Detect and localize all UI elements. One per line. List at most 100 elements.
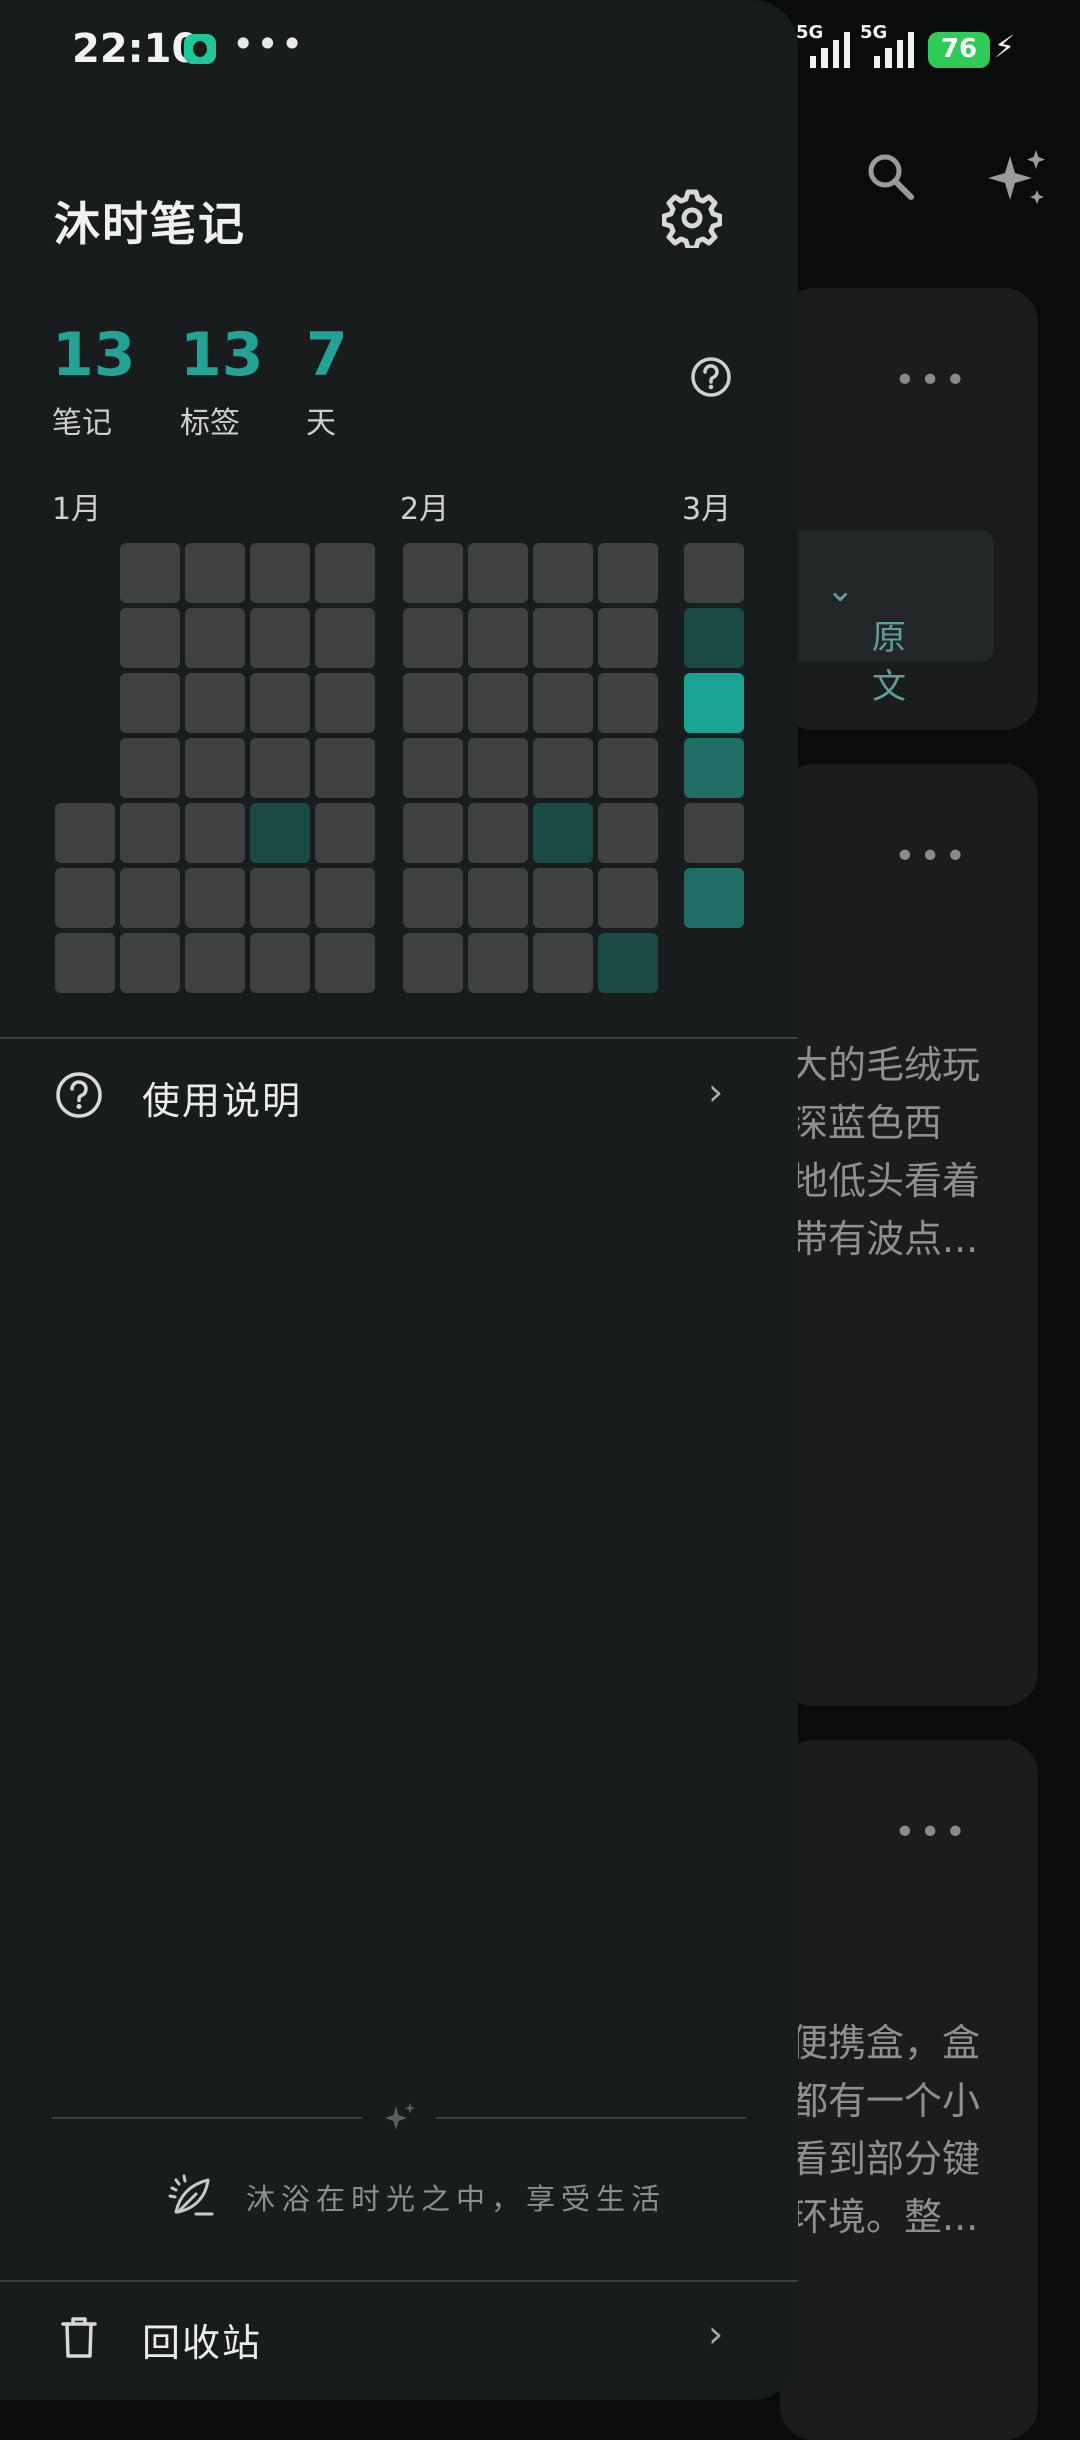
heatmap-cell — [598, 868, 658, 928]
heatmap-cell — [55, 868, 115, 928]
menu-item-label: 使用说明 — [142, 1079, 303, 1123]
heatmap-cell — [468, 803, 528, 863]
heatmap-cell — [403, 933, 463, 993]
heatmap-cell — [120, 543, 180, 603]
heatmap-cell — [533, 673, 593, 733]
heatmap-cell — [250, 608, 310, 668]
heatmap-cell — [684, 738, 744, 798]
stat-days: 7 天 — [306, 318, 348, 442]
heatmap-cell — [315, 608, 375, 668]
signal-strength-2: 5G — [860, 22, 914, 68]
stat-label: 标签 — [180, 406, 240, 441]
original-text-chip[interactable]: 原文 ⌄ — [780, 530, 994, 707]
stat-value: 13 — [180, 320, 264, 390]
battery-indicator: 76 — [928, 32, 990, 68]
heatmap-cell — [533, 803, 593, 863]
gear-icon[interactable] — [662, 188, 722, 248]
heatmap-cell — [468, 543, 528, 603]
more-icon[interactable]: ••• — [894, 1812, 970, 1853]
notification-app-icon — [184, 34, 216, 64]
divider — [52, 2117, 362, 2119]
heatmap-cell — [403, 868, 463, 928]
heatmap-cell — [598, 543, 658, 603]
heatmap-cell — [468, 608, 528, 668]
heatmap-cell — [403, 803, 463, 863]
more-icon[interactable]: ••• — [894, 836, 970, 877]
ai-sparkle-icon[interactable] — [984, 146, 1050, 212]
heatmap-cell — [684, 673, 744, 733]
heatmap-cell — [315, 868, 375, 928]
heatmap-cell — [315, 738, 375, 798]
menu-item-trash[interactable]: 回收站 › — [0, 2282, 798, 2402]
app-title: 沐时笔记 — [54, 197, 246, 251]
slogan-text: 沐浴在时光之中，享受生活 — [246, 2182, 667, 2216]
divider — [0, 1037, 798, 1039]
charging-icon: ⚡ — [994, 30, 1016, 65]
more-notifications-icon: ••• — [232, 22, 306, 66]
heatmap-cell — [55, 803, 115, 863]
menu-item-label: 回收站 — [142, 2321, 263, 2365]
heatmap-cell — [120, 868, 180, 928]
heatmap-cell — [403, 673, 463, 733]
heatmap-cell — [185, 738, 245, 798]
heatmap-cell — [684, 803, 744, 863]
heatmap-cell — [250, 543, 310, 603]
heatmap-cell — [598, 608, 658, 668]
chevron-right-icon: › — [708, 1070, 724, 1114]
heatmap-cell — [468, 738, 528, 798]
heatmap-cell — [250, 803, 310, 863]
heatmap-cell — [185, 673, 245, 733]
month-label-mar: 3月 — [682, 492, 732, 527]
signal-strength-1: 5G — [796, 22, 850, 68]
heatmap-cell — [598, 673, 658, 733]
heatmap-cell — [684, 868, 744, 928]
help-icon[interactable] — [690, 356, 732, 398]
note-card[interactable]: ••• — [780, 288, 1038, 730]
stat-value: 7 — [306, 320, 348, 390]
month-label-jan: 1月 — [52, 492, 102, 527]
heatmap-cell — [533, 543, 593, 603]
stat-value: 13 — [52, 320, 136, 390]
status-bar: 22:10 ••• 5G 5G 76 ⚡ — [0, 0, 1080, 100]
heatmap-cell — [185, 608, 245, 668]
heatmap-cell — [120, 803, 180, 863]
note-preview-text: 大的毛绒玩 深蓝色西 地低头看着 带有波点... — [790, 1043, 981, 1261]
heatmap-cell — [185, 543, 245, 603]
heatmap-cell — [250, 933, 310, 993]
heatmap-cell — [315, 673, 375, 733]
help-circle-icon — [56, 1072, 102, 1118]
original-text-label: 原文 ⌄ — [826, 570, 906, 707]
stat-label: 天 — [306, 406, 336, 441]
leaf-writing-icon — [168, 2174, 214, 2216]
heatmap-cell — [120, 738, 180, 798]
heatmap-cell — [598, 933, 658, 993]
navigation-drawer: 沐时笔记 13 笔记 13 标签 7 天 1月 2月 3月 使用说明 › 沐浴在… — [0, 0, 798, 2400]
more-icon[interactable]: ••• — [894, 360, 970, 401]
month-label-feb: 2月 — [400, 492, 450, 527]
heatmap-cell — [315, 543, 375, 603]
search-icon[interactable] — [864, 150, 916, 202]
sparkle-icon — [385, 2103, 415, 2130]
clock: 22:10 — [72, 26, 200, 72]
trash-icon — [61, 2317, 97, 2358]
note-preview-text: 便携盒，盒 都有一个小 看到部分键 环境。整... — [790, 2021, 981, 2239]
heatmap-cell — [250, 868, 310, 928]
heatmap-cell — [250, 738, 310, 798]
heatmap-cell — [533, 608, 593, 668]
heatmap-cell — [250, 673, 310, 733]
stat-tags: 13 标签 — [180, 318, 264, 442]
heatmap-cell — [55, 933, 115, 993]
menu-item-instructions[interactable]: 使用说明 › — [0, 1040, 798, 1160]
stat-notes: 13 笔记 — [52, 318, 136, 442]
heatmap-cell — [185, 803, 245, 863]
heatmap-cell — [403, 608, 463, 668]
heatmap-cell — [684, 543, 744, 603]
heatmap-cell — [468, 933, 528, 993]
stat-label: 笔记 — [52, 406, 112, 441]
chevron-right-icon: › — [708, 2312, 724, 2356]
heatmap-cell — [598, 803, 658, 863]
heatmap-cell — [684, 608, 744, 668]
heatmap-cell — [185, 868, 245, 928]
heatmap-cell — [120, 608, 180, 668]
heatmap-cell — [403, 738, 463, 798]
